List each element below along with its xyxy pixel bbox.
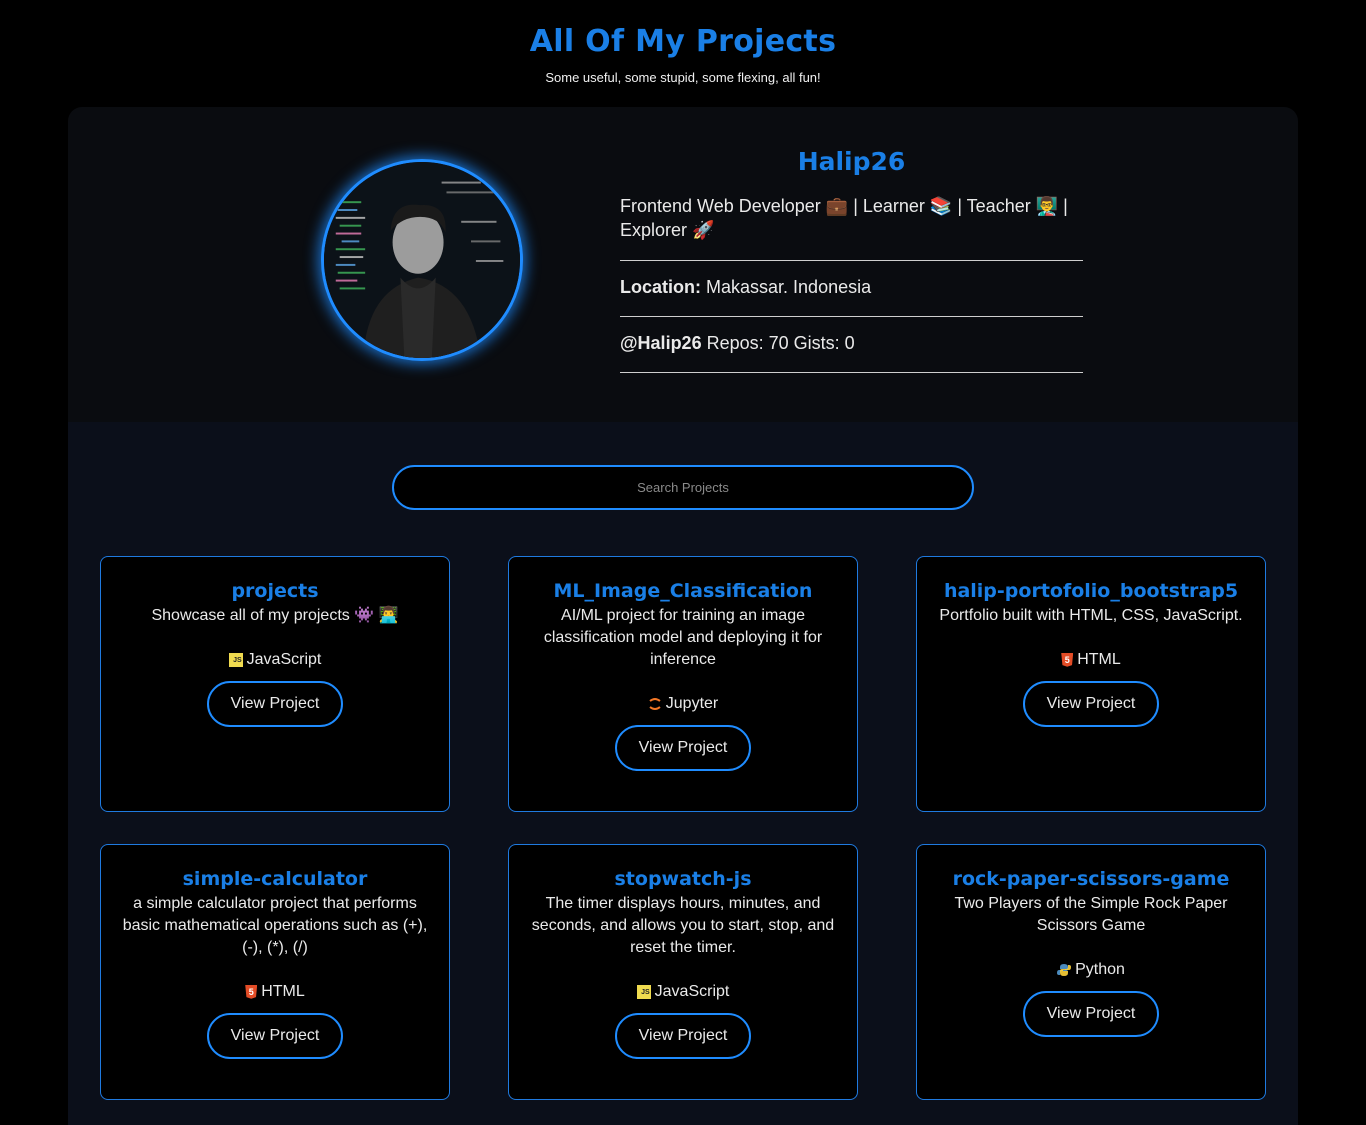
project-language: Jupyter: [527, 693, 839, 715]
view-project-button[interactable]: View Project: [1023, 681, 1159, 727]
search-input[interactable]: [392, 465, 974, 510]
project-language: JS JavaScript: [527, 981, 839, 1003]
view-project-button[interactable]: View Project: [615, 725, 751, 771]
project-description: AI/ML project for training an image clas…: [543, 607, 823, 668]
page-title: All Of My Projects: [529, 24, 837, 59]
python-icon: [1057, 963, 1072, 976]
view-project-button[interactable]: View Project: [207, 681, 343, 727]
project-card: ML_Image_Classification AI/ML project fo…: [508, 556, 858, 812]
profile-card: Halip26 Frontend Web Developer 💼 | Learn…: [68, 107, 1298, 422]
jupyter-icon: [649, 697, 661, 710]
repo-gist-counts: Repos: 70 Gists: 0: [706, 333, 855, 353]
language-label: JavaScript: [246, 651, 322, 668]
profile-bio: Frontend Web Developer 💼 | Learner 📚 | T…: [620, 194, 1083, 261]
html5-icon: 5: [1061, 652, 1074, 667]
project-description: Portfolio built with HTML, CSS, JavaScri…: [939, 607, 1243, 624]
profile-handle: @Halip26: [620, 333, 702, 353]
project-description: The timer displays hours, minutes, and s…: [531, 895, 835, 956]
javascript-icon: JS: [636, 984, 651, 999]
page-subtitle: Some useful, some stupid, some flexing, …: [545, 70, 821, 85]
location-label: Location:: [620, 277, 701, 297]
project-card: halip-portofolio_bootstrap5 Portfolio bu…: [916, 556, 1266, 812]
language-label: JavaScript: [654, 983, 730, 1000]
avatar-photo: [324, 162, 520, 358]
view-project-button[interactable]: View Project: [207, 1013, 343, 1059]
html5-icon: 5: [245, 984, 258, 999]
projects-section: projects Showcase all of my projects 👾 👨…: [68, 422, 1298, 1125]
avatar: [321, 159, 523, 361]
location-value: Makassar. Indonesia: [706, 277, 872, 297]
project-description: Showcase all of my projects 👾 👨‍💻: [151, 607, 399, 624]
language-label: HTML: [261, 983, 305, 1000]
view-project-button[interactable]: View Project: [1023, 991, 1159, 1037]
project-language: Python: [935, 959, 1247, 981]
language-label: HTML: [1077, 651, 1121, 668]
project-title: simple-calculator: [182, 868, 368, 890]
profile-name: Halip26: [797, 147, 906, 176]
profile-info: Halip26 Frontend Web Developer 💼 | Learn…: [620, 147, 1083, 373]
language-label: Python: [1075, 961, 1125, 978]
profile-location: Location: Makassar. Indonesia: [620, 261, 1083, 317]
project-title: halip-portofolio_bootstrap5: [943, 580, 1239, 602]
page-header: All Of My Projects Some useful, some stu…: [0, 0, 1366, 107]
project-title: rock-paper-scissors-game: [952, 868, 1230, 890]
project-description: a simple calculator project that perform…: [122, 895, 428, 956]
project-card: stopwatch-js The timer displays hours, m…: [508, 844, 858, 1100]
project-language: JS JavaScript: [119, 649, 431, 671]
project-description: Two Players of the Simple Rock Paper Sci…: [954, 895, 1228, 934]
project-title: stopwatch-js: [614, 868, 752, 890]
project-title: projects: [231, 580, 319, 602]
project-card: projects Showcase all of my projects 👾 👨…: [100, 556, 450, 812]
project-card: simple-calculator a simple calculator pr…: [100, 844, 450, 1100]
language-label: Jupyter: [665, 695, 719, 712]
project-language: 5 HTML: [119, 981, 431, 1003]
project-title: ML_Image_Classification: [553, 580, 813, 602]
project-language: 5 HTML: [935, 649, 1247, 671]
javascript-icon: JS: [228, 652, 243, 667]
view-project-button[interactable]: View Project: [615, 1013, 751, 1059]
project-card: rock-paper-scissors-game Two Players of …: [916, 844, 1266, 1100]
profile-stats: @Halip26 Repos: 70 Gists: 0: [620, 317, 1083, 373]
